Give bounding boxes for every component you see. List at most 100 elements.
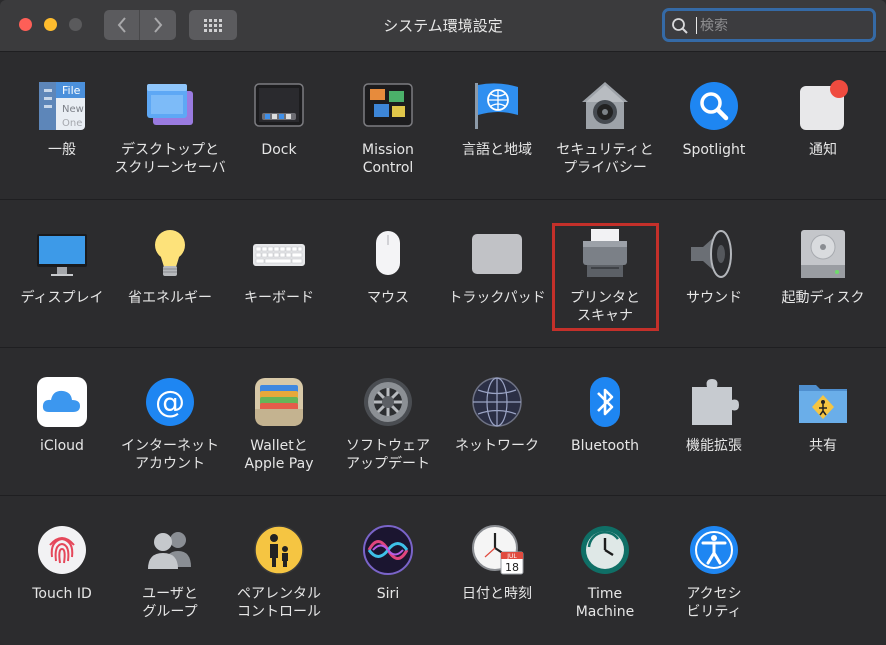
pref-label: Walletと Apple Pay xyxy=(244,438,314,472)
displays-icon xyxy=(35,227,89,281)
notifications-icon xyxy=(796,79,850,133)
date-time-icon: JUL 18 xyxy=(470,523,524,577)
pref-sharing[interactable]: 共有 xyxy=(769,348,877,496)
pref-bluetooth[interactable]: Bluetooth xyxy=(551,348,659,496)
pref-mission-control[interactable]: Mission Control xyxy=(334,52,442,200)
mouse-icon xyxy=(361,227,415,281)
general-icon: File New One xyxy=(35,79,89,133)
pref-network[interactable]: ネットワーク xyxy=(443,348,551,496)
selection-highlight-box xyxy=(552,223,659,331)
pref-language-region[interactable]: 言語と地域 xyxy=(443,52,551,200)
pref-label: トラックパッド xyxy=(448,290,546,306)
pref-touch-id[interactable]: Touch ID xyxy=(8,496,116,644)
pref-accessibility[interactable]: アクセシ ビリティ xyxy=(660,496,768,644)
pref-label: Mission Control xyxy=(362,142,414,176)
pref-energy-saver[interactable]: 省エネルギー xyxy=(116,200,224,348)
pref-spotlight[interactable]: Spotlight xyxy=(660,52,768,200)
show-all-button[interactable] xyxy=(189,10,237,40)
pref-label: 通知 xyxy=(809,142,837,158)
pref-label: Dock xyxy=(261,142,297,158)
pref-label: デスクトップと スクリーンセーバ xyxy=(114,142,226,176)
language-region-icon xyxy=(470,79,524,133)
pref-keyboard[interactable]: キーボード xyxy=(225,200,333,348)
software-update-icon xyxy=(361,375,415,429)
siri-icon xyxy=(361,523,415,577)
pref-label: 一般 xyxy=(48,142,76,158)
sharing-icon xyxy=(796,375,850,429)
pref-label: Spotlight xyxy=(682,142,746,158)
back-button[interactable] xyxy=(104,10,140,40)
search-field[interactable] xyxy=(662,8,876,42)
pref-label: 日付と時刻 xyxy=(462,586,532,602)
search-input[interactable] xyxy=(698,13,872,39)
wallet-applepay-icon xyxy=(252,375,306,429)
time-machine-icon xyxy=(578,523,632,577)
startup-disk-icon xyxy=(796,227,850,281)
pref-label: キーボード xyxy=(244,290,314,306)
pref-label: 機能拡張 xyxy=(686,438,742,454)
system-preferences-window: システム環境設定 File New One 一般 xyxy=(0,0,886,645)
forward-button[interactable] xyxy=(140,10,175,40)
pref-label: Siri xyxy=(376,586,400,602)
mission-control-icon xyxy=(361,79,415,133)
pref-notifications[interactable]: 通知 xyxy=(769,52,877,200)
svg-text:File: File xyxy=(62,84,81,97)
pref-internet-accounts[interactable]: @ インターネット アカウント xyxy=(116,348,224,496)
close-button[interactable] xyxy=(19,18,32,31)
search-icon xyxy=(672,18,688,34)
pref-software-update[interactable]: ソフトウェア アップデート xyxy=(334,348,442,496)
zoom-button[interactable] xyxy=(69,18,82,31)
window-title: システム環境設定 xyxy=(383,17,503,35)
accessibility-icon xyxy=(687,523,741,577)
chevron-right-icon xyxy=(153,17,162,33)
pref-siri[interactable]: Siri xyxy=(334,496,442,644)
pref-mouse[interactable]: マウス xyxy=(334,200,442,348)
pref-wallet-applepay[interactable]: Walletと Apple Pay xyxy=(225,348,333,496)
pref-icloud[interactable]: iCloud xyxy=(8,348,116,496)
text-cursor xyxy=(696,17,697,34)
svg-text:JUL: JUL xyxy=(506,553,517,560)
pref-label: 共有 xyxy=(809,438,837,454)
parental-controls-icon xyxy=(252,523,306,577)
extensions-icon xyxy=(687,375,741,429)
pref-security-privacy[interactable]: セキュリティと プライバシー xyxy=(551,52,659,200)
icloud-icon xyxy=(35,375,89,429)
svg-text:@: @ xyxy=(155,385,185,420)
pref-label: セキュリティと プライバシー xyxy=(556,142,654,176)
pref-general[interactable]: File New One 一般 xyxy=(8,52,116,200)
section-internet-wireless: iCloud @ インターネット アカウント Walletと Apple Pay… xyxy=(0,348,886,496)
pref-extensions[interactable]: 機能拡張 xyxy=(660,348,768,496)
pref-displays[interactable]: ディスプレイ xyxy=(8,200,116,348)
minimize-button[interactable] xyxy=(44,18,57,31)
pref-desktop-screensaver[interactable]: デスクトップと スクリーンセーバ xyxy=(114,52,226,200)
grid-icon xyxy=(204,19,222,32)
pref-trackpad[interactable]: トラックパッド xyxy=(443,200,551,348)
pref-dock[interactable]: Dock xyxy=(225,52,333,200)
pref-startup-disk[interactable]: 起動ディスク xyxy=(769,200,877,348)
trackpad-icon xyxy=(470,227,524,281)
sound-icon xyxy=(687,227,741,281)
pref-date-time[interactable]: JUL 18 日付と時刻 xyxy=(443,496,551,644)
pref-label: ソフトウェア アップデート xyxy=(346,438,430,472)
chevron-left-icon xyxy=(117,17,126,33)
pref-label: サウンド xyxy=(686,290,742,306)
pref-parental-controls[interactable]: ペアレンタル コントロール xyxy=(225,496,333,644)
touch-id-icon xyxy=(35,523,89,577)
desktop-screensaver-icon xyxy=(143,79,197,133)
users-groups-icon xyxy=(143,523,197,577)
pref-label: アクセシ ビリティ xyxy=(686,586,742,620)
spotlight-icon xyxy=(687,79,741,133)
section-personal: File New One 一般 デスクトップと スクリーンセーバ Dock Mi… xyxy=(0,52,886,200)
pref-label: 言語と地域 xyxy=(462,142,532,158)
pref-label: マウス xyxy=(367,290,409,306)
pref-sound[interactable]: サウンド xyxy=(660,200,768,348)
pref-label: ネットワーク xyxy=(455,438,539,454)
svg-text:New: New xyxy=(62,104,84,115)
internet-accounts-icon: @ xyxy=(143,375,197,429)
pref-users-groups[interactable]: ユーザと グループ xyxy=(116,496,224,644)
pref-time-machine[interactable]: Time Machine xyxy=(551,496,659,644)
titlebar: システム環境設定 xyxy=(0,0,886,52)
security-privacy-icon xyxy=(578,79,632,133)
pref-label: Touch ID xyxy=(32,586,92,602)
pref-label: ディスプレイ xyxy=(20,290,104,306)
